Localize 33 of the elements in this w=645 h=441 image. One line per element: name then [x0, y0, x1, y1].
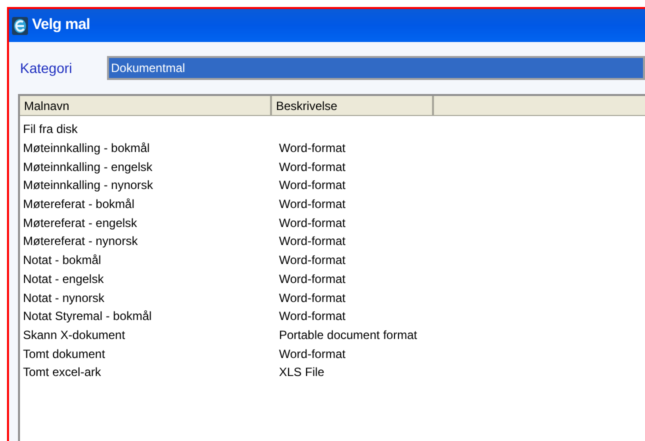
template-description: Word-format [278, 252, 346, 270]
template-name[interactable]: Tomt excel-ark [20, 363, 272, 382]
template-description: Word-format [278, 140, 346, 158]
template-name[interactable]: Møtereferat - nynorsk [20, 232, 272, 250]
template-name[interactable]: Møteinnkalling - bokmål [20, 139, 272, 158]
category-label: Kategori [20, 58, 74, 78]
template-description: XLS File [278, 364, 324, 382]
template-description: Word-format [278, 290, 346, 307]
window-title: Velg mal [32, 15, 90, 36]
template-description: Word-format [278, 233, 346, 250]
template-name[interactable]: Møteinnkalling - nynorsk [20, 176, 272, 194]
app-icon [12, 16, 28, 34]
template-name[interactable]: Møtereferat - bokmål [20, 195, 272, 214]
template-name[interactable]: Fil fra disk [20, 120, 272, 138]
template-name[interactable]: Møtereferat - engelsk [20, 214, 272, 232]
category-field[interactable]: Dokumentmal [107, 56, 645, 80]
template-name[interactable]: Notat Styremal - bokmål [20, 307, 272, 326]
template-description: Word-format [278, 158, 346, 176]
template-description: Word-format [278, 177, 346, 194]
template-description: Portable document format [278, 326, 418, 344]
template-name[interactable]: Skann X-dokument [20, 326, 272, 344]
template-name[interactable]: Notat - nynorsk [20, 288, 272, 307]
template-name[interactable]: Møteinnkalling - engelsk [20, 158, 272, 176]
template-name[interactable]: Tomt dokument [20, 344, 272, 363]
template-description: Word-format [278, 270, 346, 288]
column-header[interactable]: Beskrivelse [272, 96, 434, 116]
template-description: Word-format [278, 346, 346, 363]
template-description: Word-format [278, 214, 346, 232]
template-name[interactable]: Notat - engelsk [20, 270, 272, 288]
template-name[interactable]: Notat - bokmål [20, 251, 272, 270]
template-description: Word-format [278, 196, 346, 214]
template-description: Word-format [278, 308, 346, 326]
column-header[interactable]: Malnavn [20, 96, 272, 116]
